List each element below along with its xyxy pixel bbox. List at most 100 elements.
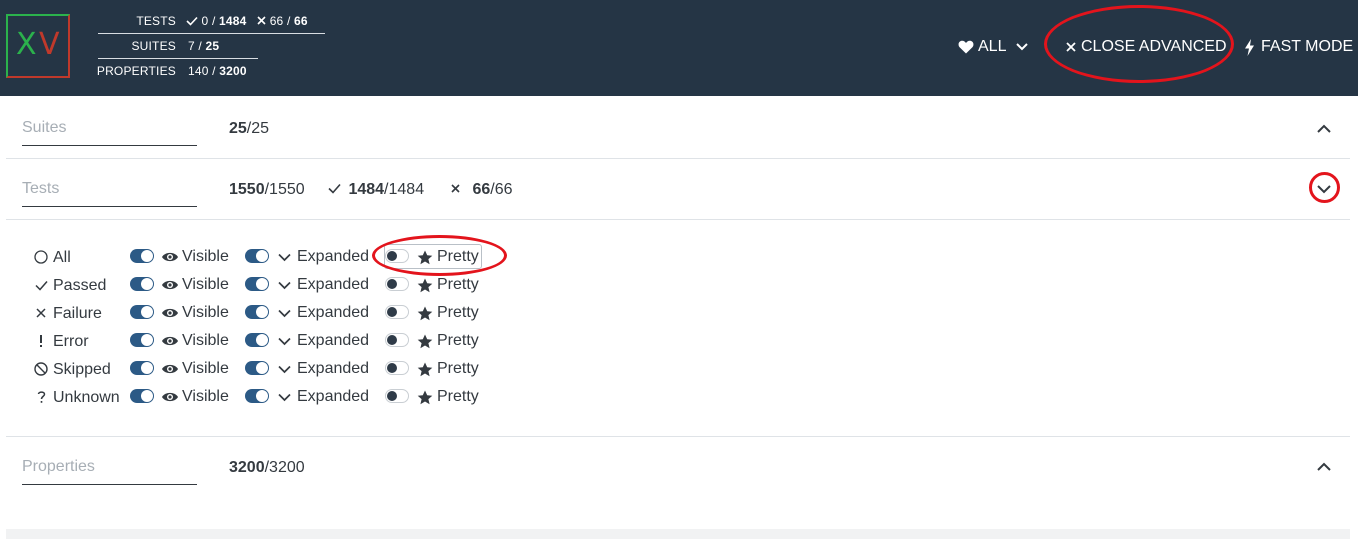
properties-stat-values: 140 / 3200 — [188, 64, 247, 78]
check-icon — [186, 16, 198, 26]
filter-label: Passed — [53, 277, 107, 294]
visible-label: Visible — [182, 332, 229, 349]
star-icon — [417, 357, 433, 381]
properties-count: 3200/3200 — [229, 459, 305, 476]
visible-label: Visible — [182, 276, 229, 293]
stat-divider — [98, 58, 258, 59]
divider — [6, 158, 1350, 159]
stat-divider — [98, 33, 325, 34]
tests-fail-total: 66 — [294, 14, 308, 28]
chevron-down-icon — [278, 385, 291, 409]
visible-label: Visible — [182, 388, 229, 405]
filter-row-failure: Failure Visible Expanded Pretty — [34, 301, 494, 325]
suites-count: 25/25 — [229, 120, 270, 137]
expanded-toggle[interactable] — [245, 249, 269, 263]
suites-stat-label: SUITES — [131, 39, 176, 53]
pretty-toggle[interactable] — [385, 277, 409, 291]
expanded-label: Expanded — [297, 248, 370, 265]
fast-mode-button[interactable]: FAST MODE — [1244, 36, 1353, 58]
tests-pass-total: 1484 — [219, 14, 247, 28]
filter-label: Error — [53, 333, 89, 350]
divider — [6, 436, 1350, 437]
check-icon — [34, 273, 48, 297]
visible-toggle[interactable] — [130, 249, 154, 263]
pretty-label: Pretty — [437, 360, 479, 377]
visible-toggle[interactable] — [130, 277, 154, 291]
chevron-down-icon — [1016, 43, 1029, 51]
eye-icon — [161, 385, 179, 409]
fast-mode-label: FAST MODE — [1261, 38, 1354, 55]
filter-row-passed: Passed Visible Expanded Pretty — [34, 273, 494, 297]
bottom-panel-edge — [6, 529, 1350, 539]
eye-icon — [161, 245, 179, 269]
visible-toggle[interactable] — [130, 361, 154, 375]
properties-search-input[interactable]: Properties — [22, 458, 197, 485]
chevron-down-icon — [278, 245, 291, 269]
filter-label: Failure — [53, 305, 102, 322]
expanded-toggle[interactable] — [245, 389, 269, 403]
question-icon — [37, 385, 46, 409]
eye-icon — [161, 357, 179, 381]
pretty-toggle[interactable] — [385, 389, 409, 403]
tests-pass-count: 1484/1484 — [328, 181, 424, 199]
check-icon — [328, 183, 341, 194]
pretty-toggle[interactable] — [385, 305, 409, 319]
suites-collapse-chevron-up-icon[interactable] — [1316, 121, 1332, 137]
app-logo: X V — [6, 14, 70, 78]
pretty-label: Pretty — [437, 276, 479, 293]
tests-expand-chevron-down-icon[interactable] — [1316, 181, 1332, 197]
expanded-toggle[interactable] — [245, 361, 269, 375]
expanded-toggle[interactable] — [245, 333, 269, 347]
star-icon — [417, 273, 433, 297]
tests-stat-label: TESTS — [136, 14, 176, 28]
close-advanced-label: CLOSE ADVANCED — [1081, 38, 1227, 55]
filter-label: Unknown — [53, 389, 120, 406]
filter-label: All — [53, 249, 71, 266]
tests-search-input[interactable]: Tests — [22, 180, 197, 207]
pretty-label: Pretty — [437, 388, 479, 405]
exclamation-icon — [38, 329, 44, 353]
bolt-icon — [1245, 38, 1254, 56]
properties-collapse-chevron-up-icon[interactable] — [1316, 459, 1332, 475]
expanded-label: Expanded — [297, 304, 370, 321]
pretty-toggle[interactable] — [385, 333, 409, 347]
suites-search-input[interactable]: Suites — [22, 119, 197, 146]
close-advanced-button[interactable]: CLOSE ADVANCED — [1066, 36, 1227, 58]
ban-icon — [34, 357, 48, 381]
filter-row-skipped: Skipped Visible Expanded Pretty — [34, 357, 494, 381]
expanded-toggle[interactable] — [245, 305, 269, 319]
pretty-label: Pretty — [437, 304, 479, 321]
close-icon — [1066, 42, 1076, 52]
eye-icon — [161, 329, 179, 353]
chevron-down-icon — [278, 301, 291, 325]
visible-toggle[interactable] — [130, 389, 154, 403]
filter-row-unknown: Unknown Visible Expanded Pretty — [34, 385, 494, 409]
eye-icon — [161, 273, 179, 297]
expanded-toggle[interactable] — [245, 277, 269, 291]
star-icon — [417, 329, 433, 353]
visible-toggle[interactable] — [130, 333, 154, 347]
logo-v: V — [39, 27, 60, 62]
expanded-label: Expanded — [297, 388, 370, 405]
visible-label: Visible — [182, 360, 229, 377]
expanded-label: Expanded — [297, 332, 370, 349]
top-bar: X V TESTS 0 / 1484 66 / 66 SUITES 7 / 25… — [0, 0, 1358, 96]
suites-stat-values: 7 / 25 — [188, 39, 220, 53]
x-icon — [36, 301, 46, 325]
tests-count: 1550/1550 — [229, 181, 305, 198]
visible-toggle[interactable] — [130, 305, 154, 319]
x-icon — [257, 16, 266, 25]
filter-all-dropdown[interactable]: ALL — [958, 36, 1029, 58]
tests-fail-value: 66 — [269, 14, 284, 28]
divider — [6, 219, 1350, 220]
chevron-down-icon — [278, 357, 291, 381]
visible-label: Visible — [182, 304, 229, 321]
chevron-down-icon — [278, 273, 291, 297]
circle-icon — [34, 245, 48, 269]
tests-fail-count: 66/66 — [451, 181, 513, 199]
filter-row-error: Error Visible Expanded Pretty — [34, 329, 494, 353]
pretty-toggle[interactable] — [385, 361, 409, 375]
eye-icon — [161, 301, 179, 325]
chevron-down-icon — [278, 329, 291, 353]
pretty-label: Pretty — [437, 332, 479, 349]
